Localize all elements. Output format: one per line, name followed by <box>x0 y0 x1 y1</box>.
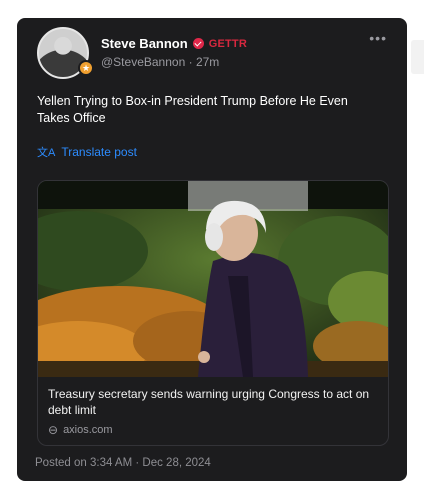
translate-label: Translate post <box>61 145 137 159</box>
link-preview-image <box>38 181 388 377</box>
posted-timestamp: Posted on 3:34 AM · Dec 28, 2024 <box>35 457 211 469</box>
link-domain-text: axios.com <box>63 424 113 436</box>
author-row: Steve Bannon GETTR <box>101 36 247 51</box>
link-preview-title: Treasury secretary sends warning urging … <box>48 387 370 417</box>
translate-icon: 文A <box>37 147 56 159</box>
post-text: Yellen Trying to Box-in President Trump … <box>37 94 348 125</box>
author-handle-row: @SteveBannon · 27m <box>101 55 219 69</box>
translate-post-button[interactable]: 文A Translate post <box>37 144 137 160</box>
author-name[interactable]: Steve Bannon <box>101 36 188 51</box>
link-icon: ⊖ <box>48 423 59 437</box>
preview-photo <box>38 181 388 377</box>
separator: · <box>188 55 193 69</box>
platform-label: GETTR <box>208 37 247 50</box>
post-age: 27m <box>195 55 220 69</box>
verified-badge-icon <box>192 38 204 49</box>
link-preview-card[interactable]: Treasury secretary sends warning urging … <box>37 180 389 446</box>
author-handle[interactable]: @SteveBannon <box>101 55 185 69</box>
more-options-icon[interactable]: ••• <box>369 30 387 46</box>
post-card: ★ Steve Bannon GETTR @SteveBannon · 27m … <box>17 18 407 481</box>
link-preview-domain: ⊖ axios.com <box>48 423 113 437</box>
avatar-badge-icon: ★ <box>78 60 94 76</box>
side-panel-edge <box>411 40 424 74</box>
